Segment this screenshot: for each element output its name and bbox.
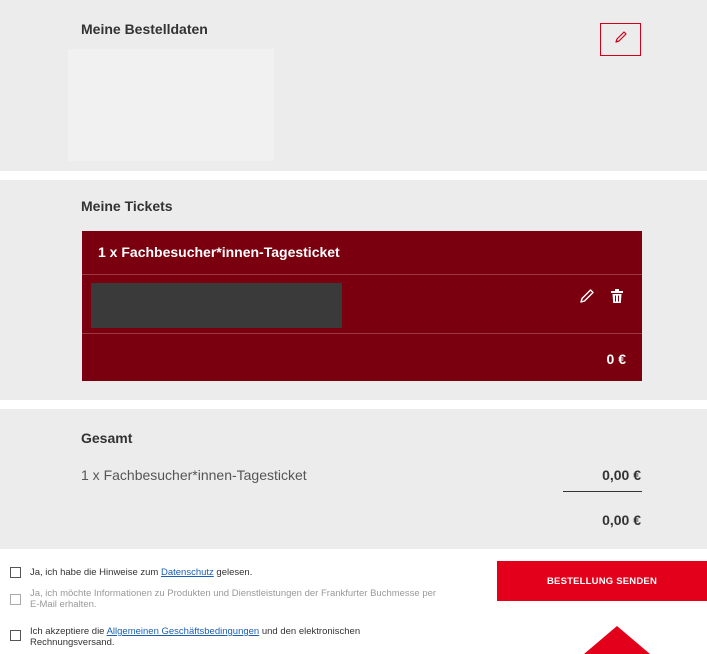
terms-text-before: Ich akzeptiere die <box>30 626 107 637</box>
terms-checkbox[interactable] <box>10 630 21 641</box>
ticket-actions <box>578 287 626 305</box>
privacy-link[interactable]: Datenschutz <box>161 567 214 578</box>
divider <box>82 274 642 275</box>
total-title: Gesamt <box>81 430 133 446</box>
terms-link[interactable]: Allgemeinen Geschäftsbedingungen <box>107 626 260 637</box>
privacy-checkbox[interactable] <box>10 567 21 578</box>
ticket-price: 0 € <box>606 351 626 367</box>
ticket-name: 1 x Fachbesucher*innen-Tagesticket <box>98 244 340 260</box>
order-data-title: Meine Bestelldaten <box>81 21 208 37</box>
divider <box>82 333 642 334</box>
tickets-title: Meine Tickets <box>81 198 173 214</box>
terms-consent-text: Ich akzeptiere die Allgemeinen Geschäfts… <box>30 626 430 648</box>
privacy-text-after: gelesen. <box>213 567 253 578</box>
divider <box>563 491 642 492</box>
privacy-consent-row: Ja, ich habe die Hinweise zum Datenschut… <box>10 567 450 578</box>
newsletter-consent-row: Ja, ich möchte Informationen zu Produkte… <box>10 588 440 610</box>
ticket-card: 1 x Fachbesucher*innen-Tagesticket 0 € <box>82 231 642 381</box>
pencil-icon[interactable] <box>578 287 596 305</box>
pencil-icon <box>614 30 628 49</box>
trash-icon[interactable] <box>608 287 626 305</box>
ticket-holder-info <box>91 283 342 328</box>
order-data-panel: Meine Bestelldaten <box>0 0 707 171</box>
order-data-content <box>68 49 274 161</box>
tickets-panel: Meine Tickets 1 x Fachbesucher*innen-Tag… <box>0 180 707 400</box>
total-sum: 0,00 € <box>602 512 641 528</box>
total-line-label: 1 x Fachbesucher*innen-Tagesticket <box>81 467 307 483</box>
arrow-up-icon <box>584 626 650 654</box>
total-panel: Gesamt 1 x Fachbesucher*innen-Tagesticke… <box>0 409 707 549</box>
newsletter-consent-text: Ja, ich möchte Informationen zu Produkte… <box>30 588 437 610</box>
total-line-amount: 0,00 € <box>602 467 641 483</box>
newsletter-checkbox[interactable] <box>10 594 21 605</box>
privacy-consent-text: Ja, ich habe die Hinweise zum Datenschut… <box>30 567 252 578</box>
terms-consent-row: Ich akzeptiere die Allgemeinen Geschäfts… <box>10 626 430 648</box>
submit-order-button[interactable]: BESTELLUNG SENDEN <box>497 561 707 601</box>
privacy-text-before: Ja, ich habe die Hinweise zum <box>30 567 161 578</box>
edit-order-button[interactable] <box>600 23 641 56</box>
